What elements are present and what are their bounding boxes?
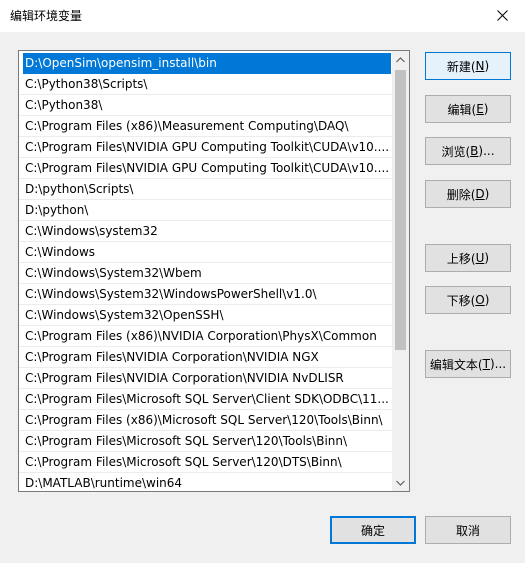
path-list-item[interactable]: C:\Windows\system32	[19, 221, 393, 242]
path-list[interactable]: D:\OpenSim\opensim_install\bin C:\Python3…	[18, 50, 410, 492]
path-list-item[interactable]: D:\python\Scripts\	[19, 179, 393, 200]
path-list-item[interactable]: C:\Program Files\NVIDIA GPU Computing To…	[19, 137, 393, 158]
chevron-up-icon	[396, 56, 405, 62]
path-list-item[interactable]: C:\Windows\System32\OpenSSH\	[19, 305, 393, 326]
path-list-item[interactable]: D:\OpenSim\opensim_install\bin	[23, 53, 391, 74]
close-button[interactable]	[479, 0, 525, 30]
path-list-item[interactable]: C:\Program Files\NVIDIA Corporation\NVID…	[19, 368, 393, 389]
path-list-item[interactable]: C:\Python38\	[19, 95, 393, 116]
path-list-item[interactable]: C:\Windows\System32\Wbem	[19, 263, 393, 284]
path-list-item[interactable]: D:\MATLAB\runtime\win64	[19, 473, 393, 491]
path-list-item[interactable]: C:\Program Files\Microsoft SQL Server\Cl…	[19, 389, 393, 410]
path-list-item[interactable]: C:\Windows\System32\WindowsPowerShell\v1…	[19, 284, 393, 305]
path-list-item[interactable]: C:\Program Files\Microsoft SQL Server\12…	[19, 431, 393, 452]
title-bar: 编辑环境变量	[0, 0, 525, 32]
path-list-item[interactable]: C:\Program Files\Microsoft SQL Server\12…	[19, 452, 393, 473]
ok-button[interactable]: 确定	[330, 516, 416, 544]
edit-text-button[interactable]: 编辑文本(T)...	[425, 350, 511, 378]
edit-button[interactable]: 编辑(E)	[425, 95, 511, 123]
cancel-button[interactable]: 取消	[425, 516, 511, 544]
new-button[interactable]: 新建(N)	[425, 52, 511, 80]
path-list-item[interactable]: C:\Windows	[19, 242, 393, 263]
path-list-item[interactable]: C:\Program Files (x86)\NVIDIA Corporatio…	[19, 326, 393, 347]
path-list-item[interactable]: C:\Program Files (x86)\Microsoft SQL Ser…	[19, 410, 393, 431]
delete-button[interactable]: 删除(D)	[425, 180, 511, 208]
path-list-rows: D:\OpenSim\opensim_install\bin C:\Python3…	[19, 51, 393, 491]
close-icon	[496, 9, 508, 21]
path-list-item[interactable]: C:\Program Files\NVIDIA GPU Computing To…	[19, 158, 393, 179]
browse-button[interactable]: 浏览(B)...	[425, 137, 511, 165]
scroll-up-button[interactable]	[392, 51, 409, 68]
path-list-item[interactable]: C:\Python38\Scripts\	[19, 74, 393, 95]
scroll-down-button[interactable]	[392, 474, 409, 491]
path-list-item[interactable]: C:\Program Files\NVIDIA Corporation\NVID…	[19, 347, 393, 368]
move-down-button[interactable]: 下移(O)	[425, 286, 511, 314]
move-up-button[interactable]: 上移(U)	[425, 244, 511, 272]
scroll-thumb[interactable]	[395, 70, 406, 350]
window-title: 编辑环境变量	[10, 9, 83, 23]
path-list-item[interactable]: D:\python\	[19, 200, 393, 221]
vertical-scrollbar[interactable]	[392, 51, 409, 491]
path-list-item[interactable]: C:\Program Files (x86)\Measurement Compu…	[19, 116, 393, 137]
chevron-down-icon	[396, 480, 405, 486]
